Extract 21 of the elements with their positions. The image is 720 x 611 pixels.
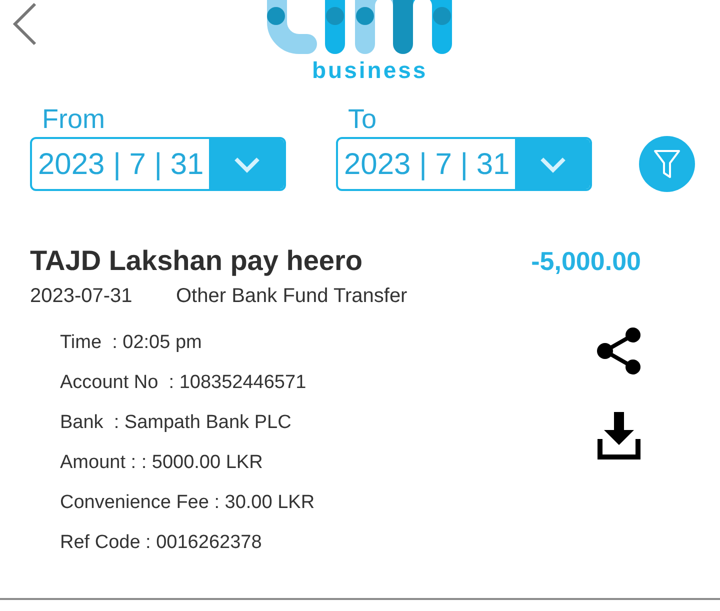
chevron-down-icon — [232, 156, 260, 172]
share-icon[interactable] — [597, 327, 641, 375]
date-label: From — [41, 103, 106, 135]
detail-text: Amount : : 5000.00 LKR — [60, 451, 264, 475]
detail-text: Account No : 108352446571 — [60, 371, 308, 395]
transaction-date: 2023-07-31 — [30, 284, 134, 308]
detail-text: Ref Code : 0016262378 — [60, 531, 263, 555]
date-field[interactable]: 2023 | 7 | 31 — [30, 137, 286, 191]
detail-text: Bank : Sampath Bank PLC — [60, 411, 292, 435]
detail-text: Convenience Fee : 30.00 LKR — [60, 491, 315, 515]
download-icon[interactable] — [597, 412, 641, 460]
transaction-title: TAJD Lakshan pay heero — [30, 244, 362, 278]
logo-subtitle: business — [312, 57, 429, 83]
transaction-type: Other Bank Fund Transfer — [176, 284, 408, 308]
date-label: To — [347, 103, 378, 135]
transaction-amount: -5,000.00 — [531, 245, 641, 278]
date-field[interactable]: 2023 | 7 | 31 — [336, 137, 592, 191]
filter-icon — [653, 149, 681, 179]
chevron-down-icon — [538, 156, 566, 172]
back-icon[interactable] — [12, 2, 38, 46]
detail-text: Time : 02:05 pm — [60, 331, 203, 355]
